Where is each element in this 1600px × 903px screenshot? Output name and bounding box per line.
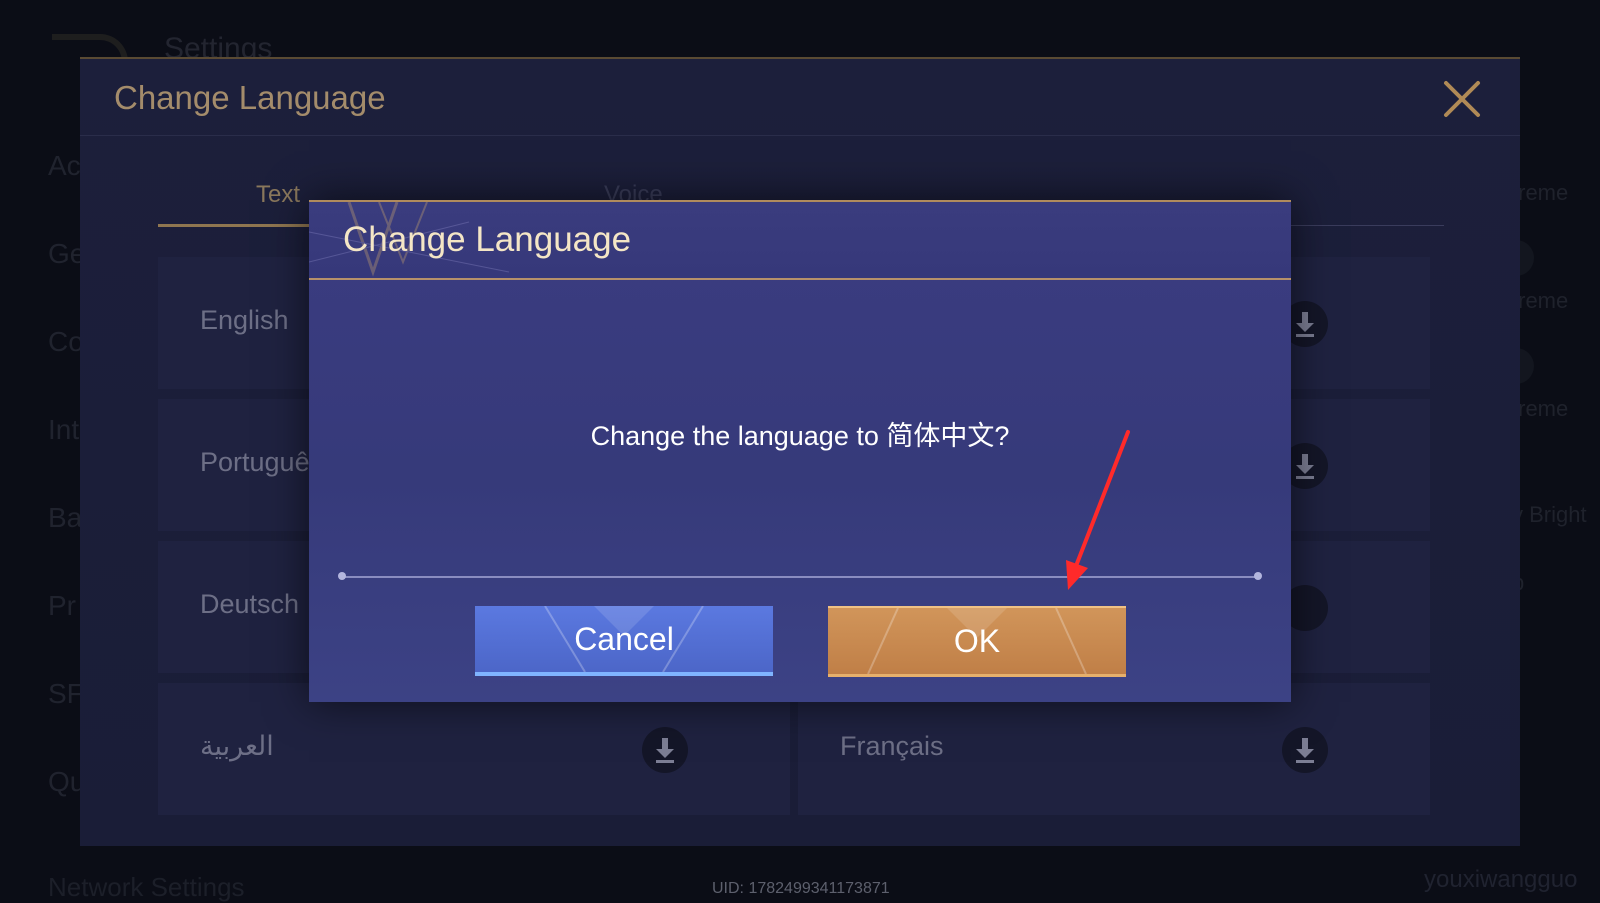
uid-label: UID: 1782499341173871	[712, 880, 890, 897]
watermark: youxiwangguo	[1424, 866, 1578, 893]
change-language-dialog: Change Language Change the language to 简…	[309, 200, 1291, 702]
download-button[interactable]	[642, 727, 688, 773]
panel-header: Change Language	[80, 59, 1520, 136]
download-icon	[1296, 738, 1314, 763]
right-setting-label: y Bright	[1512, 502, 1587, 527]
download-icon	[656, 738, 674, 763]
language-option-arabic[interactable]: العربية	[158, 683, 790, 815]
tab-text[interactable]: Text	[256, 181, 300, 209]
divider-dot	[1254, 572, 1262, 580]
language-label: Portuguê	[200, 447, 310, 477]
language-label: English	[200, 305, 289, 335]
sidebar-item[interactable]: Int	[48, 414, 79, 446]
dialog-title: Change Language	[343, 220, 632, 259]
ok-button[interactable]: OK	[828, 606, 1126, 677]
sidebar-item[interactable]: Pr	[48, 590, 76, 622]
close-icon	[1444, 81, 1480, 117]
ok-label: OK	[953, 622, 1001, 659]
right-setting-label: treme	[1512, 180, 1569, 205]
language-option-french[interactable]: Français	[798, 683, 1430, 815]
dialog-divider	[342, 576, 1258, 578]
dialog-header: Change Language	[309, 202, 1291, 280]
sidebar-item[interactable]: Co	[48, 326, 84, 358]
sidebar-item[interactable]: Ba	[48, 502, 82, 534]
download-icon	[1296, 312, 1314, 337]
cancel-label: Cancel	[574, 620, 674, 657]
download-button[interactable]	[1282, 727, 1328, 773]
language-label: Français	[840, 731, 944, 761]
cancel-button[interactable]: Cancel	[475, 606, 773, 676]
sidebar-item[interactable]: Ac	[48, 150, 81, 182]
sidebar-item[interactable]: SF	[48, 678, 84, 710]
close-button[interactable]	[1442, 79, 1482, 119]
download-icon	[1296, 454, 1314, 479]
network-settings-heading: Network Settings	[48, 872, 245, 902]
right-setting-label: treme	[1512, 396, 1569, 421]
right-setting-label: treme	[1512, 288, 1569, 313]
language-label: Deutsch	[200, 589, 300, 619]
language-label: العربية	[200, 731, 274, 761]
divider-dot	[338, 572, 346, 580]
panel-title: Change Language	[114, 79, 386, 116]
dialog-message: Change the language to 简体中文?	[590, 421, 1010, 451]
